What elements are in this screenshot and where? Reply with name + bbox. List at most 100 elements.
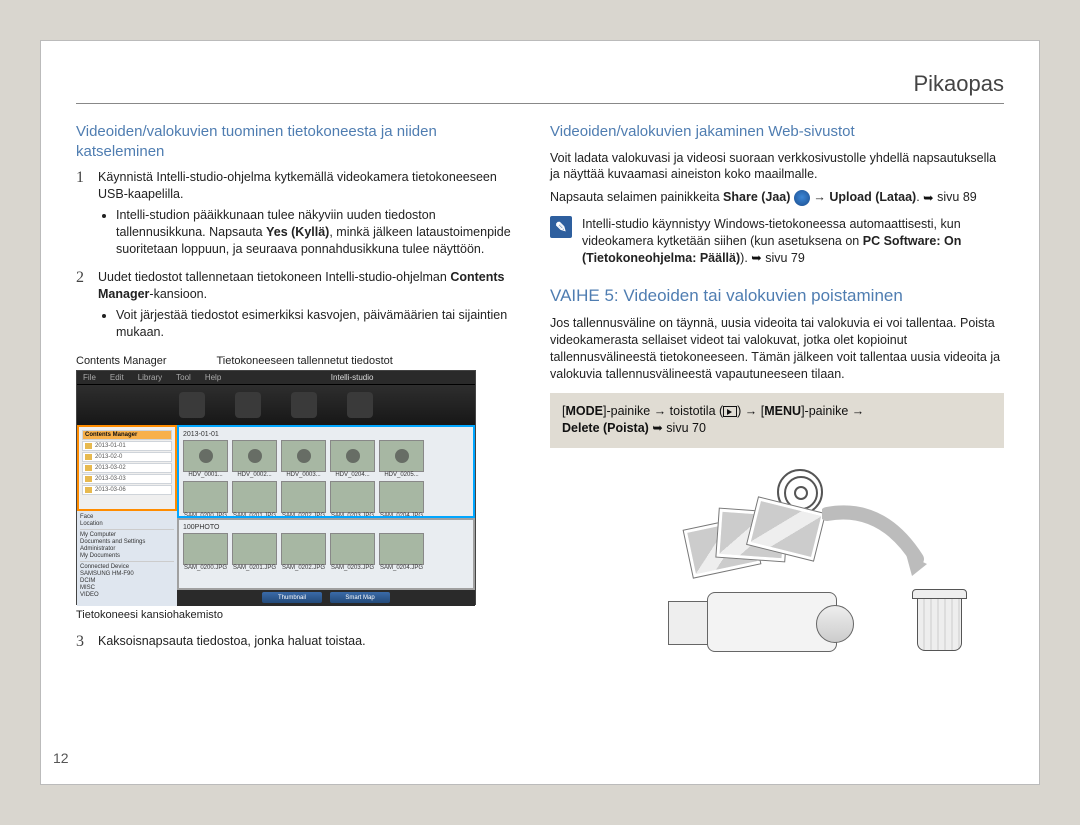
- tree-item: My Documents: [80, 553, 174, 559]
- video-thumb: [379, 440, 424, 472]
- share-paragraph-2: Napsauta selaimen painikkeita Share (Jaa…: [550, 189, 1004, 206]
- step-text: Kaksoisnapsauta tiedostoa, jonka haluat …: [98, 633, 526, 651]
- tree-item: VIDEO: [80, 592, 174, 598]
- tree-item: Documents and Settings: [80, 539, 174, 545]
- heading-share: Videoiden/valokuvien jakaminen Web-sivus…: [550, 122, 1004, 142]
- tree-item: Face: [80, 514, 174, 520]
- page-ref-arrow-icon: [923, 190, 933, 207]
- two-column-layout: Videoiden/valokuvien tuominen tietokonee…: [76, 122, 1004, 664]
- video-thumb: [183, 440, 228, 472]
- app-body: Contents Manager 2013-01-01 2013-02-0 20…: [77, 425, 475, 606]
- app-bottombar: Thumbnail Smart Map: [177, 590, 475, 606]
- app-title: Intelli-studio: [331, 373, 374, 382]
- folder-tree: Face Location My Computer Documents and …: [77, 511, 177, 601]
- menu-item: File: [83, 373, 96, 382]
- tree-item: Location: [80, 521, 174, 527]
- caption-contents-manager: Contents Manager: [76, 355, 167, 367]
- folder-icon: [85, 443, 92, 449]
- step-bullet: Voit järjestää tiedostot esimerkiksi kas…: [116, 307, 526, 341]
- movie-edit-icon: [291, 392, 317, 418]
- mode-instruction-box: [MODE]-painike → toistotila () → [MENU]-…: [550, 393, 1004, 448]
- photo-thumb: [379, 481, 424, 513]
- tree-item: Connected Device: [80, 564, 174, 570]
- tree-item: Administrator: [80, 546, 174, 552]
- step-body: Käynnistä Intelli-studio-ohjelma kytkemä…: [98, 169, 526, 261]
- bold-yes: Yes (Kyllä): [266, 225, 329, 239]
- tree-item: My Computer: [80, 532, 174, 538]
- menu-item: Tool: [176, 373, 191, 382]
- photo-stack-icon: [687, 504, 807, 584]
- page-ref-arrow-icon: [652, 420, 662, 438]
- camcorder-icon: [707, 592, 837, 652]
- smartmap-button: Smart Map: [330, 592, 390, 603]
- page-title: Pikaopas: [913, 71, 1004, 96]
- step5-paragraph: Jos tallennusväline on täynnä, uusia vid…: [550, 315, 1004, 383]
- photo-thumb: [330, 533, 375, 565]
- trash-can-icon: [912, 589, 967, 654]
- folder-icon: [85, 476, 92, 482]
- photo-thumb: [183, 533, 228, 565]
- video-thumb: [330, 440, 375, 472]
- play-mode-icon: [723, 406, 737, 417]
- tree-item: SAMSUNG HM-F90: [80, 571, 174, 577]
- photo-edit-icon: [235, 392, 261, 418]
- caption-saved-files: Tietokoneeseen tallennetut tiedostot: [217, 355, 393, 367]
- tree-item: MISC: [80, 585, 174, 591]
- globe-share-icon: [794, 190, 810, 206]
- step-1: 1 Käynnistä Intelli-studio-ohjelma kytke…: [76, 169, 526, 261]
- note-icon: ✎: [550, 216, 572, 238]
- menu-item: Library: [138, 373, 162, 382]
- step-number: 1: [76, 169, 98, 261]
- app-menubar: File Edit Library Tool Help Intelli-stud…: [77, 371, 475, 385]
- step-3: 3 Kaksoisnapsauta tiedostoa, jonka halua…: [76, 633, 526, 651]
- share-paragraph-1: Voit ladata valokuvasi ja videosi suoraa…: [550, 150, 1004, 184]
- photo-thumb: [281, 533, 326, 565]
- section-date: 2013-01-01: [183, 431, 469, 438]
- step-text: Käynnistä Intelli-studio-ohjelma kytkemä…: [98, 170, 497, 201]
- video-thumb: [232, 440, 277, 472]
- delete-illustration: [567, 464, 987, 664]
- tree-item: DCIM: [80, 578, 174, 584]
- info-note: ✎ Intelli-studio käynnistyy Windows-tiet…: [550, 216, 1004, 267]
- intelli-studio-screenshot: File Edit Library Tool Help Intelli-stud…: [76, 370, 476, 605]
- menu-item: Edit: [110, 373, 124, 382]
- step-number: 3: [76, 633, 98, 651]
- photo-thumb: [379, 533, 424, 565]
- photo-thumb: [281, 481, 326, 513]
- app-main: 2013-01-01 HDV_0001... HDV_0002... HDV_0…: [177, 425, 475, 606]
- contents-manager-panel: Contents Manager 2013-01-01 2013-02-0 20…: [77, 425, 177, 511]
- section-label: 100PHOTO: [183, 524, 469, 531]
- date-row: 2013-03-06: [82, 485, 172, 495]
- curved-arrow-icon: [822, 504, 932, 584]
- share-icon: [347, 392, 373, 418]
- step-text-before: Uudet tiedostot tallennetaan tietokoneen…: [98, 270, 450, 284]
- page-header: Pikaopas: [76, 71, 1004, 104]
- library-icon: [179, 392, 205, 418]
- date-row: 2013-03-02: [82, 463, 172, 473]
- saved-files-panel: 2013-01-01 HDV_0001... HDV_0002... HDV_0…: [177, 425, 475, 518]
- folder-icon: [85, 454, 92, 460]
- photo-thumb: [330, 481, 375, 513]
- app-toolbar: [77, 385, 475, 425]
- step-number: 2: [76, 269, 98, 345]
- caption-folder-directory: Tietokoneesi kansiohakemisto: [76, 609, 526, 621]
- heading-import: Videoiden/valokuvien tuominen tietokonee…: [76, 122, 526, 161]
- photo-thumb: [232, 481, 277, 513]
- step-2: 2 Uudet tiedostot tallennetaan tietokone…: [76, 269, 526, 345]
- page-number: 12: [53, 750, 69, 766]
- photo-thumb: [183, 481, 228, 513]
- step-body: Uudet tiedostot tallennetaan tietokoneen…: [98, 269, 526, 345]
- folder-files-panel: 100PHOTO SAM_0200.JPG SAM_0201.JPG SAM_0…: [177, 518, 475, 590]
- left-column: Videoiden/valokuvien tuominen tietokonee…: [76, 122, 526, 664]
- page-ref-arrow-icon: [751, 250, 761, 267]
- date-row: 2013-02-0: [82, 452, 172, 462]
- app-sidebar: Contents Manager 2013-01-01 2013-02-0 20…: [77, 425, 177, 606]
- menu-item: Help: [205, 373, 221, 382]
- step-bullet: Intelli-studion pääikkunaan tulee näkyvi…: [116, 207, 526, 258]
- heading-step5: VAIHE 5: Videoiden tai valokuvien poista…: [550, 285, 1004, 307]
- note-text: Intelli-studio käynnistyy Windows-tietok…: [582, 216, 1004, 267]
- photo-thumb: [232, 533, 277, 565]
- video-thumb: [281, 440, 326, 472]
- screenshot-captions-top: Contents Manager Tietokoneeseen tallenne…: [76, 355, 526, 367]
- date-row: 2013-01-01: [82, 441, 172, 451]
